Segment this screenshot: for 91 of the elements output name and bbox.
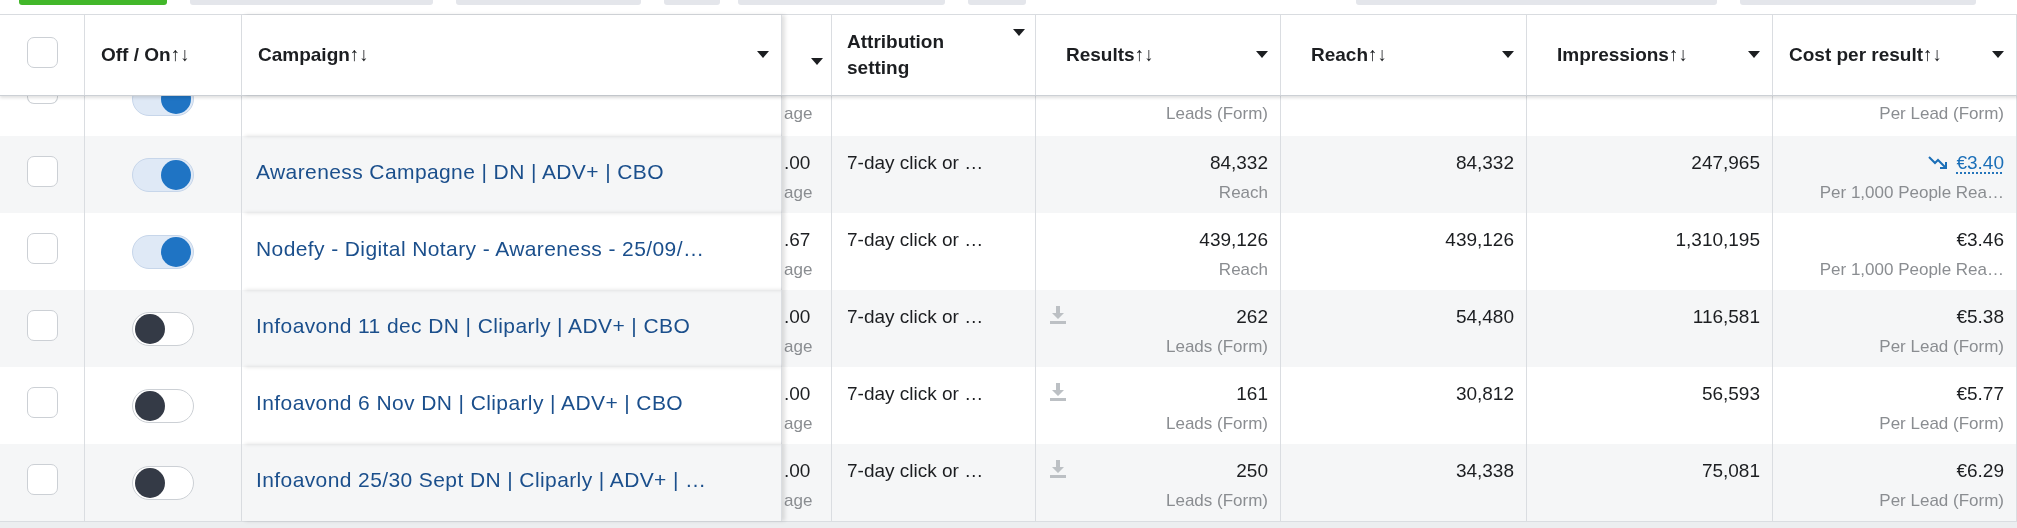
cost-basis: Per Lead (Form) [1879,336,2004,358]
cell-subtext: age [784,413,813,435]
impressions-value: 116,581 [1692,305,1760,329]
toolbar-button[interactable] [968,0,1026,5]
result-type: Reach [1218,259,1268,281]
column-title[interactable]: Impressions↑↓ [1557,42,1688,68]
cell-subtext: age [784,336,813,358]
row-checkbox[interactable] [26,156,58,187]
cost-value: €5.38 [1956,305,2004,329]
reach-value: 84,332 [1455,151,1514,175]
result-type: Leads (Form) [1165,490,1268,512]
result-type: Leads (Form) [1165,336,1268,358]
toggle-switch[interactable] [132,96,194,116]
download-icon[interactable] [1050,460,1066,478]
impressions-value: 1,310,195 [1675,228,1760,252]
column-title[interactable]: Off / On↑↓ [101,42,190,68]
caret-icon[interactable] [1502,51,1514,59]
caret-icon[interactable] [1013,29,1025,37]
table-cell-text: .00 [784,151,811,175]
caret-icon[interactable] [1256,51,1268,59]
row-checkbox[interactable] [26,464,58,495]
row-checkbox[interactable] [26,387,58,418]
caret-icon[interactable] [1748,51,1760,59]
toggle-switch[interactable] [132,234,194,269]
results-value: 439,126 [1199,228,1268,252]
cost-basis: Per Lead (Form) [1879,103,2004,125]
toolbar-button[interactable] [738,0,945,5]
reach-value: 30,812 [1455,382,1514,406]
toggle-switch[interactable] [132,388,194,423]
impressions-value: 247,965 [1691,151,1760,175]
row-checkbox[interactable] [26,96,58,104]
cost-value: €6.29 [1956,459,2004,483]
toggle-switch[interactable] [132,465,194,500]
toggle-switch[interactable] [132,157,194,192]
cost-value[interactable]: €3.40 [1956,150,2004,176]
campaign-link[interactable]: Infoavond 6 Nov DN | Cliparly | ADV+ | CBO [256,391,684,415]
result-type: Leads (Form) [1165,103,1268,125]
column-title[interactable]: Results↑↓ [1066,42,1154,68]
toolbar-button[interactable] [1356,0,1717,5]
campaign-link[interactable]: Nodefy - Digital Notary - Awareness - 25/09/… [256,237,705,261]
caret-icon[interactable] [1992,51,2004,59]
table-cell-text: .00 [784,459,811,483]
toolbar-button[interactable] [1740,0,1976,5]
cost-value: €5.77 [1956,382,2004,406]
result-type: Leads (Form) [1165,413,1268,435]
download-icon[interactable] [1050,383,1066,401]
select-all-checkbox[interactable] [26,36,58,68]
reach-value: 439,126 [1445,228,1514,252]
results-value: 250 [1236,459,1268,483]
attribution-cell-text: 7-day click or … [847,151,984,175]
results-value: 262 [1236,305,1268,329]
campaign-link[interactable]: Awareness Campagne | DN | ADV+ | CBO [256,160,664,184]
cell-subtext: age [784,490,813,512]
cost-basis: Per Lead (Form) [1879,490,2004,512]
reach-value: 34,338 [1455,459,1514,483]
results-value: 84,332 [1209,151,1268,175]
caret-icon[interactable] [757,51,769,59]
campaign-link[interactable]: Infoavond 11 dec DN | Cliparly | ADV+ | CBO [256,314,691,338]
column-title[interactable]: Attribution setting [847,29,987,81]
column-title[interactable]: Campaign↑↓ [258,42,369,68]
toggle-switch[interactable] [132,311,194,346]
table-cell-text: .67 [784,228,811,252]
column-title[interactable]: Reach↑↓ [1311,42,1388,68]
campaign-link[interactable]: Infoavond 25/30 Sept DN | Cliparly | ADV+ | … [256,468,707,492]
table-cell-text: .00 [784,305,811,329]
impressions-value: 56,593 [1701,382,1760,406]
impressions-value: 75,081 [1701,459,1760,483]
toolbar-button[interactable] [456,0,641,5]
table-cell-text: .00 [784,382,811,406]
reach-value: 54,480 [1455,305,1514,329]
row-checkbox[interactable] [26,310,58,341]
column-title[interactable]: Cost per result↑↓ [1789,42,1943,68]
attribution-cell-text: 7-day click or … [847,459,984,483]
cost-basis: Per 1,000 People Rea… [1819,182,2004,204]
cell-subtext: age [784,259,813,281]
cell-subtext: age [784,103,813,125]
row-checkbox[interactable] [26,233,58,264]
attribution-cell-text: 7-day click or … [847,305,984,329]
attribution-cell-text: 7-day click or … [847,228,984,252]
cost-value: €3.46 [1956,228,2004,252]
toolbar-button[interactable] [664,0,720,5]
result-type: Reach [1218,182,1268,204]
attribution-cell-text: 7-day click or … [847,382,984,406]
cost-basis: Per 1,000 People Rea… [1819,259,2004,281]
toolbar-button[interactable] [19,0,167,5]
cost-basis: Per Lead (Form) [1879,413,2004,435]
toolbar-button[interactable] [190,0,433,5]
cell-subtext: age [784,182,813,204]
results-value: 161 [1236,382,1268,406]
caret-icon[interactable] [811,58,823,66]
download-icon[interactable] [1050,306,1066,324]
